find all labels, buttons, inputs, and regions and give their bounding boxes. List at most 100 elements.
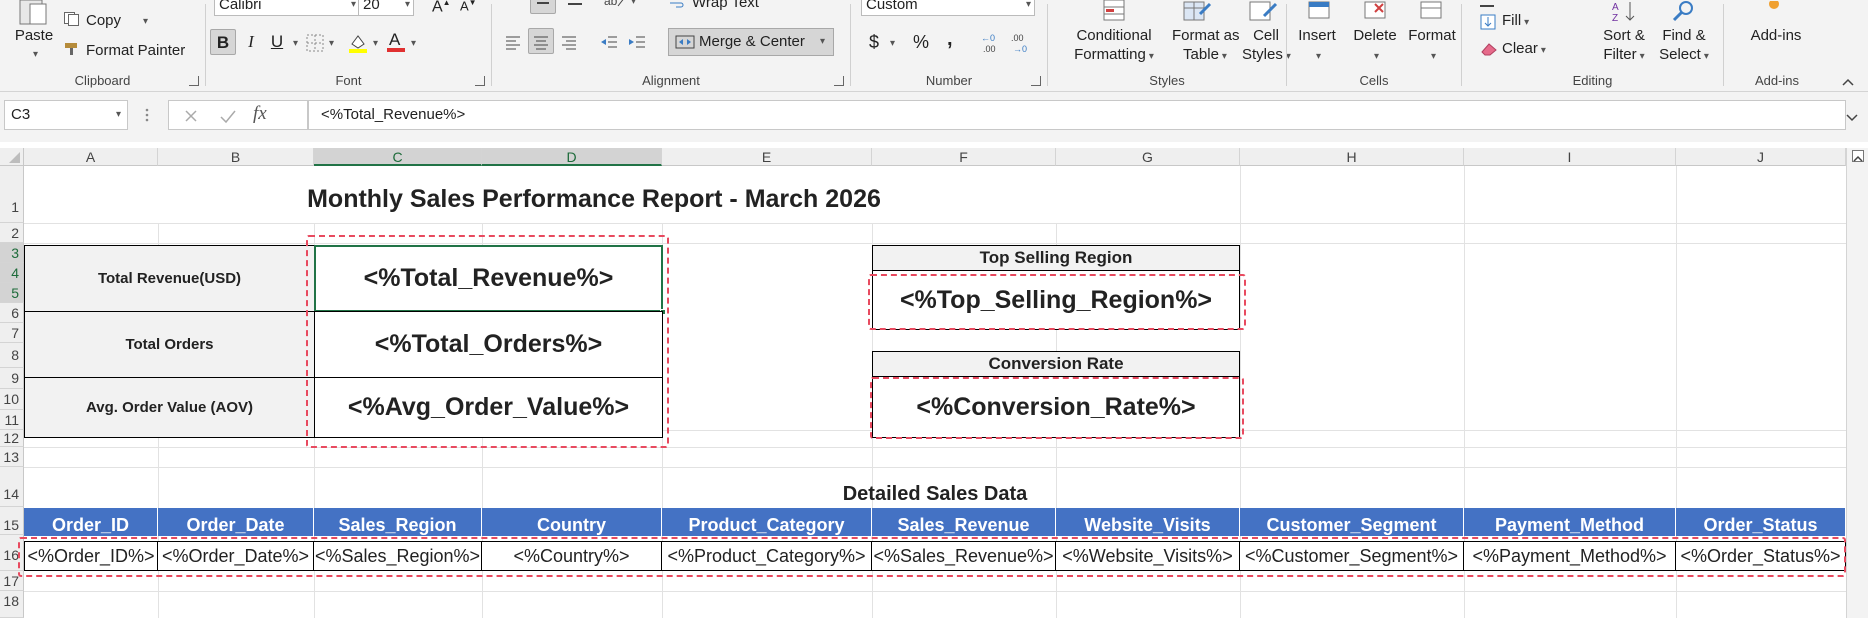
kpi-label-aov[interactable]: Avg. Order Value (AOV) bbox=[24, 377, 315, 438]
copy-button[interactable]: Copy bbox=[86, 12, 121, 29]
row-header[interactable]: 11 bbox=[0, 410, 24, 430]
table-header-cell[interactable]: Customer_Segment bbox=[1240, 508, 1464, 536]
fill-color-icon[interactable] bbox=[348, 32, 368, 54]
table-cell[interactable]: <%Order_Status%> bbox=[1676, 541, 1846, 571]
table-cell[interactable]: <%Sales_Revenue%> bbox=[872, 541, 1056, 571]
name-box[interactable]: C3 ▾ bbox=[4, 100, 128, 130]
column-header-d[interactable]: D bbox=[482, 148, 662, 166]
collapse-ribbon-icon[interactable] bbox=[1842, 74, 1854, 86]
table-cell[interactable]: <%Payment_Method%> bbox=[1464, 541, 1676, 571]
insert-function-button[interactable]: fx bbox=[253, 103, 267, 125]
row-header[interactable]: 12 bbox=[0, 430, 24, 447]
column-header-i[interactable]: I bbox=[1464, 148, 1676, 166]
font-size-select[interactable]: 20 ▾ bbox=[358, 0, 414, 16]
autosum-icon[interactable] bbox=[1480, 0, 1496, 7]
cell-styles-button[interactable]: Cell Styles ▾ bbox=[1242, 26, 1291, 66]
table-header-cell[interactable]: Order_Date bbox=[158, 508, 314, 536]
table-cell[interactable]: <%Order_Date%> bbox=[158, 541, 314, 571]
orientation-icon[interactable]: ab bbox=[604, 0, 626, 8]
table-cell[interactable]: <%Customer_Segment%> bbox=[1240, 541, 1464, 571]
column-header-b[interactable]: B bbox=[158, 148, 314, 166]
format-painter-button[interactable]: Format Painter bbox=[86, 42, 185, 59]
paste-button[interactable]: Paste bbox=[12, 26, 56, 45]
decrease-indent-icon[interactable] bbox=[600, 34, 618, 50]
percent-button[interactable]: % bbox=[913, 32, 929, 53]
bold-button[interactable]: B bbox=[210, 29, 236, 55]
font-color-dropdown-icon[interactable]: ▾ bbox=[411, 38, 416, 49]
row-header[interactable]: 5 bbox=[0, 283, 24, 303]
align-right-icon[interactable] bbox=[560, 34, 578, 50]
conditional-formatting-button[interactable]: Conditional Formatting ▾ bbox=[1054, 26, 1174, 66]
copy-dropdown-icon[interactable]: ▾ bbox=[143, 16, 148, 27]
row-header[interactable]: 10 bbox=[0, 389, 24, 410]
row-header[interactable]: 13 bbox=[0, 447, 24, 467]
table-header-cell[interactable]: Product_Category bbox=[662, 508, 872, 536]
decrease-font-icon[interactable]: A▼ bbox=[460, 0, 477, 13]
align-middle-button[interactable] bbox=[530, 0, 556, 14]
row-header[interactable]: 3 bbox=[0, 243, 24, 263]
conversion-title[interactable]: Conversion Rate bbox=[872, 351, 1240, 377]
alignment-launcher-icon[interactable] bbox=[834, 76, 844, 86]
delete-button[interactable]: Delete ▾ bbox=[1347, 26, 1403, 66]
number-launcher-icon[interactable] bbox=[1031, 76, 1041, 86]
column-header-h[interactable]: H bbox=[1240, 148, 1464, 166]
currency-dropdown-icon[interactable]: ▾ bbox=[890, 38, 895, 49]
fill-button[interactable]: Fill ▾ bbox=[1502, 12, 1529, 29]
merge-center-button[interactable]: Merge & Center ▾ bbox=[668, 28, 834, 56]
table-header-cell[interactable]: Order_ID bbox=[24, 508, 158, 536]
currency-button[interactable]: $ bbox=[869, 32, 879, 53]
row-header[interactable]: 7 bbox=[0, 323, 24, 343]
font-name-select[interactable]: Calibri ▾ bbox=[214, 0, 360, 16]
table-header-cell[interactable]: Website_Visits bbox=[1056, 508, 1240, 536]
kpi-label-total-orders[interactable]: Total Orders bbox=[24, 311, 315, 378]
decrease-decimal-icon[interactable]: .00 →0 bbox=[1011, 32, 1033, 54]
row-header[interactable]: 1 bbox=[0, 166, 24, 223]
align-bottom-icon[interactable] bbox=[566, 0, 584, 6]
table-cell[interactable]: <%Website_Visits%> bbox=[1056, 541, 1240, 571]
table-cell[interactable]: <%Order_ID%> bbox=[24, 541, 158, 571]
expand-formula-bar-icon[interactable] bbox=[1846, 110, 1858, 122]
row-header[interactable]: 9 bbox=[0, 368, 24, 389]
row-header[interactable]: 2 bbox=[0, 223, 24, 243]
increase-indent-icon[interactable] bbox=[628, 34, 646, 50]
fill-color-dropdown-icon[interactable]: ▾ bbox=[373, 38, 378, 49]
vertical-scrollbar[interactable] bbox=[1846, 148, 1868, 618]
row-header[interactable]: 15 bbox=[0, 507, 24, 535]
increase-font-icon[interactable]: A▲ bbox=[432, 0, 451, 16]
row-header[interactable]: 8 bbox=[0, 343, 24, 368]
increase-decimal-icon[interactable]: ←0.00 bbox=[981, 32, 1003, 54]
table-cell[interactable]: <%Sales_Region%> bbox=[314, 541, 482, 571]
wrap-text-button[interactable]: Wrap Text bbox=[692, 0, 759, 11]
row-header[interactable]: 4 bbox=[0, 263, 24, 283]
clear-button[interactable]: Clear ▾ bbox=[1502, 40, 1546, 57]
top-region-title[interactable]: Top Selling Region bbox=[872, 245, 1240, 271]
table-header-cell[interactable]: Order_Status bbox=[1676, 508, 1846, 536]
column-header-c[interactable]: C bbox=[314, 148, 482, 166]
font-color-icon[interactable]: A bbox=[386, 30, 406, 54]
kpi-label-total-revenue[interactable]: Total Revenue(USD) bbox=[24, 245, 315, 312]
kpi-value-total-revenue[interactable]: <%Total_Revenue%> bbox=[314, 245, 663, 312]
number-format-select[interactable]: Custom ▾ bbox=[861, 0, 1035, 16]
column-header-g[interactable]: G bbox=[1056, 148, 1240, 166]
column-header-e[interactable]: E bbox=[662, 148, 872, 166]
row-header[interactable]: 14 bbox=[0, 467, 24, 507]
format-button[interactable]: Format ▾ bbox=[1405, 26, 1459, 66]
comma-button[interactable]: , bbox=[947, 28, 953, 51]
formula-input[interactable]: <%Total_Revenue%> bbox=[308, 100, 1846, 130]
cancel-icon[interactable] bbox=[183, 108, 199, 124]
row-header[interactable]: 18 bbox=[0, 591, 24, 618]
underline-dropdown-icon[interactable]: ▾ bbox=[293, 38, 298, 49]
row-header[interactable]: 17 bbox=[0, 571, 24, 591]
table-header-cell[interactable]: Sales_Region bbox=[314, 508, 482, 536]
more-options-icon[interactable] bbox=[144, 108, 150, 122]
kpi-value-total-orders[interactable]: <%Total_Orders%> bbox=[314, 311, 663, 378]
italic-button[interactable]: I bbox=[238, 29, 264, 55]
find-select-button[interactable]: Find & Select ▾ bbox=[1654, 26, 1714, 66]
align-center-button[interactable] bbox=[528, 28, 554, 54]
kpi-value-aov[interactable]: <%Avg_Order_Value%> bbox=[314, 377, 663, 438]
column-header-j[interactable]: J bbox=[1676, 148, 1846, 166]
enter-icon[interactable] bbox=[219, 108, 237, 124]
sort-filter-button[interactable]: Sort & Filter ▾ bbox=[1596, 26, 1652, 66]
table-header-cell[interactable]: Payment_Method bbox=[1464, 508, 1676, 536]
format-as-table-button[interactable]: Format as Table ▾ bbox=[1172, 26, 1240, 66]
